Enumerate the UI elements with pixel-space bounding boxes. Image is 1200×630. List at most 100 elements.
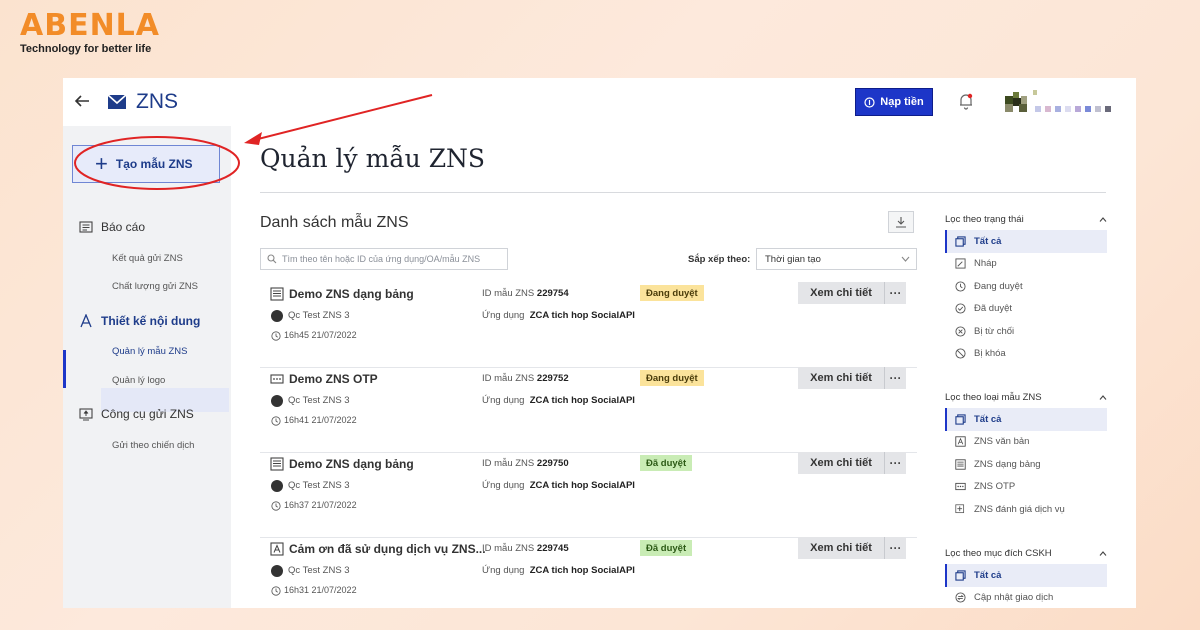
- sidebar-section-tools[interactable]: Công cụ gửi ZNS: [79, 407, 194, 421]
- sidebar-item-manage-logo[interactable]: Quản lý logo: [112, 375, 165, 386]
- title-divider: [260, 192, 1106, 193]
- download-button[interactable]: [888, 211, 914, 233]
- filter-option[interactable]: ZNS văn bản: [945, 431, 1107, 454]
- app-title: ZNS: [136, 90, 178, 113]
- sidebar: + Tạo mẫu ZNS Báo cáo Kết quả gửi ZNS Ch…: [63, 126, 231, 608]
- sidebar-section-label: Thiết kế nội dung: [101, 314, 201, 328]
- view-details-button[interactable]: Xem chi tiết: [798, 452, 884, 474]
- search-input[interactable]: [282, 254, 502, 264]
- filter-option-label: Nháp: [974, 258, 997, 270]
- filter-option[interactable]: ZNS dạng bảng: [945, 453, 1107, 476]
- back-arrow-icon[interactable]: [73, 92, 91, 110]
- x-circle-icon: [955, 326, 966, 337]
- app-window: ZNS Nạp tiền + Tạo mẫu ZNS Báo cáo Kết q…: [63, 78, 1136, 608]
- template-name[interactable]: Cảm ơn đã sử dụng dịch vụ ZNS...: [289, 542, 486, 556]
- sidebar-item-send-results[interactable]: Kết quả gửi ZNS: [112, 253, 183, 264]
- filter-group: Lọc theo mục đích CSKH Tất cả Cập nhật gia…: [945, 546, 1107, 608]
- report-icon: [79, 221, 93, 233]
- zns-mail-icon: [107, 94, 127, 109]
- clock-icon: [271, 416, 281, 426]
- more-options-button[interactable]: ···: [884, 452, 906, 474]
- bell-icon[interactable]: [958, 92, 974, 110]
- filter-option[interactable]: Tất cả: [945, 230, 1107, 253]
- status-badge: Đang duyệt: [640, 370, 704, 386]
- brand-title: ABENLA: [20, 8, 161, 43]
- main-content: Quản lý mẫu ZNS Danh sách mẫu ZNS Sắp xế…: [231, 126, 1136, 608]
- sidebar-section-reports[interactable]: Báo cáo: [79, 220, 145, 234]
- page-title: Quản lý mẫu ZNS: [260, 144, 486, 173]
- sidebar-item-manage-templates[interactable]: Quản lý mẫu ZNS: [112, 346, 188, 357]
- template-name[interactable]: Demo ZNS dạng bảng: [289, 287, 414, 301]
- filter-option-label: ZNS OTP: [974, 481, 1016, 493]
- creator-avatar: [271, 395, 283, 407]
- more-options-button[interactable]: ···: [884, 537, 906, 559]
- topup-button[interactable]: Nạp tiền: [855, 88, 933, 116]
- table-template-icon: [955, 459, 966, 470]
- status-badge: Đã duyệt: [640, 455, 693, 471]
- clock-icon: [271, 586, 281, 596]
- ban-icon: [955, 348, 966, 359]
- template-app: Ứng dụng ZCA tich hop SocialAPI: [482, 310, 635, 321]
- filter-option[interactable]: Đang duyệt: [945, 275, 1107, 298]
- view-details-button[interactable]: Xem chi tiết: [798, 537, 884, 559]
- app-value: ZCA tich hop SocialAPI: [529, 310, 635, 321]
- template-creator: Qc Test ZNS 3: [288, 310, 350, 321]
- sort-select[interactable]: Thời gian tạo: [756, 248, 917, 270]
- text-template-icon: [270, 542, 284, 556]
- chevron-down-icon: [901, 256, 910, 262]
- template-app: Ứng dụng ZCA tich hop SocialAPI: [482, 565, 635, 576]
- filter-option[interactable]: ZNS đánh giá dịch vụ: [945, 498, 1107, 521]
- user-name-pixelated: [1033, 90, 1111, 112]
- view-details-button[interactable]: Xem chi tiết: [798, 282, 884, 304]
- filter-group: Lọc theo trạng thái Tất cả Nháp Đang duyệt Đ…: [945, 212, 1107, 365]
- template-row: Demo ZNS dạng bảng Qc Test ZNS 3 16h37 21/…: [260, 452, 917, 538]
- list-title: Danh sách mẫu ZNS: [260, 214, 409, 231]
- filter-option[interactable]: Cập nhật giao dịch: [945, 587, 1107, 609]
- template-creator: Qc Test ZNS 3: [288, 480, 350, 491]
- app-label: Ứng dụng: [482, 480, 525, 491]
- sort-value: Thời gian tạo: [765, 253, 821, 265]
- filter-option[interactable]: Nháp: [945, 253, 1107, 276]
- sort-label: Sắp xếp theo:: [688, 254, 751, 265]
- filter-option-label: Đang duyệt: [974, 280, 1023, 292]
- plus-icon: +: [95, 151, 108, 176]
- filter-group-header[interactable]: Lọc theo trạng thái: [945, 212, 1107, 226]
- view-details-button[interactable]: Xem chi tiết: [798, 367, 884, 389]
- brand-tagline: Technology for better life: [20, 43, 152, 55]
- filter-option[interactable]: Tất cả: [945, 408, 1107, 431]
- download-icon: [896, 217, 906, 228]
- template-row: Demo ZNS OTP Qc Test ZNS 3 16h41 21/07/202…: [260, 367, 917, 453]
- template-time: 16h45 21/07/2022: [284, 330, 357, 340]
- search-box[interactable]: [260, 248, 508, 270]
- template-creator: Qc Test ZNS 3: [288, 395, 350, 406]
- sidebar-item-send-quality[interactable]: Chất lượng gửi ZNS: [112, 281, 198, 292]
- creator-avatar: [271, 310, 283, 322]
- filter-option-label: Bị khóa: [974, 348, 1006, 360]
- coin-icon: [864, 96, 875, 108]
- avatar[interactable]: [1005, 90, 1027, 114]
- filter-option[interactable]: Đã duyệt: [945, 298, 1107, 321]
- filter-group-header[interactable]: Lọc theo mục đích CSKH: [945, 546, 1107, 560]
- filter-option-label: Tất cả: [974, 235, 1002, 247]
- template-name[interactable]: Demo ZNS OTP: [289, 372, 378, 386]
- filter-option[interactable]: Bị từ chối: [945, 320, 1107, 343]
- create-template-button[interactable]: + Tạo mẫu ZNS: [72, 145, 220, 183]
- create-template-label: Tạo mẫu ZNS: [115, 157, 193, 171]
- filter-group-header[interactable]: Lọc theo loại mẫu ZNS: [945, 390, 1107, 404]
- creator-avatar: [271, 480, 283, 492]
- app-label: Ứng dụng: [482, 310, 525, 321]
- template-name[interactable]: Demo ZNS dạng bảng: [289, 457, 414, 471]
- id-label: ID mẫu ZNS: [482, 543, 535, 554]
- sidebar-section-design[interactable]: Thiết kế nội dung: [79, 314, 200, 328]
- more-options-button[interactable]: ···: [884, 367, 906, 389]
- id-value: 229754: [536, 288, 569, 299]
- chevron-up-icon: [1099, 550, 1107, 556]
- filter-option[interactable]: Bị khóa: [945, 343, 1107, 366]
- brand-logo: ABENLA Technology for better life: [20, 8, 160, 55]
- sidebar-item-campaign-send[interactable]: Gửi theo chiến dịch: [112, 440, 194, 451]
- filter-group-title: Lọc theo mục đích CSKH: [945, 547, 1052, 559]
- filter-option[interactable]: ZNS OTP: [945, 476, 1107, 499]
- more-options-button[interactable]: ···: [884, 282, 906, 304]
- template-row: Demo ZNS dạng bảng Qc Test ZNS 3 16h45 21/…: [260, 282, 917, 368]
- filter-option[interactable]: Tất cả: [945, 564, 1107, 587]
